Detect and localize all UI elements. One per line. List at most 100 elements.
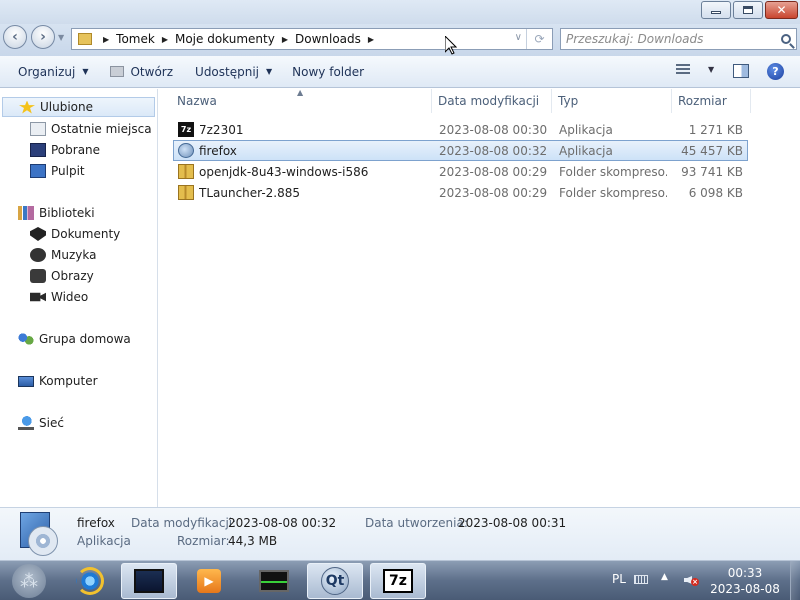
- close-button[interactable]: ✕: [765, 1, 798, 19]
- minimize-button[interactable]: [701, 1, 731, 19]
- file-row-openjdk[interactable]: openjdk-8u43-windows-i586 2023-08-08 00:…: [173, 161, 748, 182]
- close-icon: ✕: [776, 3, 787, 17]
- breadcrumb-separator-icon[interactable]: ▶: [162, 35, 168, 44]
- start-button[interactable]: ⁂: [12, 564, 46, 598]
- details-size-value: 44,3 MB: [228, 534, 278, 548]
- search-input[interactable]: [566, 32, 766, 46]
- breadcrumb-separator-icon[interactable]: ▶: [282, 35, 288, 44]
- column-header-type[interactable]: Typ: [553, 89, 672, 113]
- maximize-button[interactable]: [733, 1, 763, 19]
- sidebar-item-network[interactable]: Sieć: [18, 413, 64, 433]
- column-header-name[interactable]: Nazwa: [159, 89, 432, 113]
- chevron-down-icon[interactable]: ▼: [708, 65, 714, 74]
- sidebar-item-documents[interactable]: Dokumenty: [30, 224, 120, 244]
- taskbar-explorer[interactable]: [121, 563, 177, 599]
- homegroup-icon: [18, 332, 34, 346]
- back-button[interactable]: ‹: [3, 25, 27, 49]
- file-date: 2023-08-08 00:29: [439, 185, 548, 200]
- sidebar-item-label: Ulubione: [40, 100, 94, 114]
- sidebar-item-recent-places[interactable]: Ostatnie miejsca: [30, 119, 152, 139]
- search-box[interactable]: [560, 28, 797, 50]
- sidebar-item-computer[interactable]: Komputer: [18, 371, 98, 391]
- sidebar-item-favorites[interactable]: Ulubione: [2, 97, 155, 117]
- sidebar-item-videos[interactable]: Wideo: [30, 287, 88, 307]
- open-button[interactable]: Otwórz: [102, 60, 181, 84]
- breadcrumb-separator-icon[interactable]: ▶: [103, 35, 109, 44]
- breadcrumb-tomek[interactable]: Tomek: [116, 32, 155, 46]
- system-clock[interactable]: 00:33 2023-08-08: [706, 565, 784, 597]
- keyboard-icon[interactable]: [634, 575, 648, 584]
- forward-arrow-icon: ›: [40, 29, 46, 45]
- volume-muted-icon[interactable]: ×: [684, 573, 699, 587]
- file-size: 1 271 KB: [688, 122, 743, 137]
- column-header-date-modified[interactable]: Data modyfikacji: [433, 89, 552, 113]
- file-name: TLauncher-2.885: [199, 185, 301, 200]
- file-size: 6 098 KB: [688, 185, 743, 200]
- search-icon[interactable]: [781, 34, 791, 44]
- file-row-firefox[interactable]: firefox 2023-08-08 00:32 Aplikacja 45 45…: [173, 140, 748, 161]
- file-list: ▲ Nazwa Data modyfikacji Typ Rozmiar 7z …: [159, 88, 800, 507]
- file-row-tlauncher[interactable]: TLauncher-2.885 2023-08-08 00:29 Folder …: [173, 182, 748, 203]
- language-indicator[interactable]: PL: [612, 572, 626, 586]
- help-icon: ?: [772, 65, 779, 78]
- title-bar: ✕: [0, 0, 800, 24]
- pictures-icon: [30, 269, 46, 283]
- new-folder-button[interactable]: Nowy folder: [284, 60, 372, 84]
- firefox-installer-icon: [18, 512, 62, 556]
- change-view-button[interactable]: ▼: [676, 64, 714, 74]
- file-type: Folder skompreso...: [559, 185, 667, 200]
- column-header-size[interactable]: Rozmiar: [673, 89, 751, 113]
- show-desktop-button[interactable]: [790, 561, 800, 600]
- sidebar-item-label: Wideo: [51, 290, 89, 304]
- internet-explorer-icon: [76, 567, 104, 595]
- address-dropdown-icon[interactable]: ∨: [515, 32, 522, 43]
- organize-label: Organizuj: [18, 64, 76, 79]
- sidebar-item-libraries[interactable]: Biblioteki: [18, 203, 95, 223]
- file-date: 2023-08-08 00:30: [439, 122, 548, 137]
- sidebar-item-homegroup[interactable]: Grupa domowa: [18, 329, 131, 349]
- open-label: Otwórz: [130, 64, 174, 79]
- taskbar-qt-app[interactable]: Qt: [307, 563, 363, 599]
- taskbar-7zip[interactable]: 7z: [370, 563, 426, 599]
- sidebar-item-pictures[interactable]: Obrazy: [30, 266, 94, 286]
- taskbar-internet-explorer[interactable]: [62, 563, 118, 599]
- firefox-setup-icon: [178, 143, 194, 158]
- sidebar-item-downloads[interactable]: Pobrane: [30, 140, 100, 160]
- taskbar-media-player[interactable]: ▶: [181, 563, 237, 599]
- file-name: firefox: [199, 143, 237, 158]
- organize-button[interactable]: Organizuj ▼: [10, 60, 96, 84]
- computer-icon: [18, 375, 34, 387]
- minimize-icon: [711, 10, 721, 14]
- sidebar-item-label: Ostatnie miejsca: [51, 122, 152, 136]
- file-row-7z2301[interactable]: 7z 7z2301 2023-08-08 00:30 Aplikacja 1 2…: [173, 119, 748, 140]
- breadcrumb-separator-icon[interactable]: ▶: [368, 35, 374, 44]
- breadcrumb-my-documents[interactable]: Moje dokumenty: [175, 32, 275, 46]
- music-icon: [30, 248, 46, 262]
- details-file-name: firefox: [77, 516, 115, 530]
- file-type: Aplikacja: [559, 122, 613, 137]
- share-button[interactable]: Udostępnij ▼: [187, 60, 280, 84]
- maximize-icon: [743, 6, 753, 14]
- back-arrow-icon: ‹: [12, 29, 18, 45]
- folder-icon: [78, 33, 92, 45]
- breadcrumb-downloads[interactable]: Downloads: [295, 32, 361, 46]
- sidebar-item-music[interactable]: Muzyka: [30, 245, 96, 265]
- details-modified-label: Data modyfikacji:: [131, 516, 237, 530]
- refresh-button[interactable]: ⟳: [526, 29, 552, 49]
- sidebar-item-label: Muzyka: [51, 248, 97, 262]
- show-hidden-icons-icon[interactable]: ▲: [661, 572, 668, 582]
- file-size: 45 457 KB: [681, 143, 743, 158]
- address-bar[interactable]: ▶ Tomek ▶ Moje dokumenty ▶ Downloads ▶ ∨…: [71, 28, 553, 50]
- taskbar: ⁂ ▶ Qt 7z PL ▲ × 00:33 2023-08-08: [0, 560, 800, 600]
- details-created-label: Data utworzenia:: [365, 516, 468, 530]
- help-button[interactable]: ?: [767, 63, 784, 80]
- sidebar-item-label: Grupa domowa: [39, 332, 131, 346]
- star-icon: [19, 100, 35, 114]
- recent-pages-dropdown-icon[interactable]: ▼: [58, 33, 64, 42]
- sidebar-item-label: Dokumenty: [51, 227, 121, 241]
- sidebar-item-desktop[interactable]: Pulpit: [30, 161, 85, 181]
- preview-pane-button[interactable]: [733, 64, 749, 78]
- taskbar-resource-monitor[interactable]: [246, 563, 302, 599]
- forward-button[interactable]: ›: [31, 25, 55, 49]
- details-size-label: Rozmiar:: [177, 534, 230, 548]
